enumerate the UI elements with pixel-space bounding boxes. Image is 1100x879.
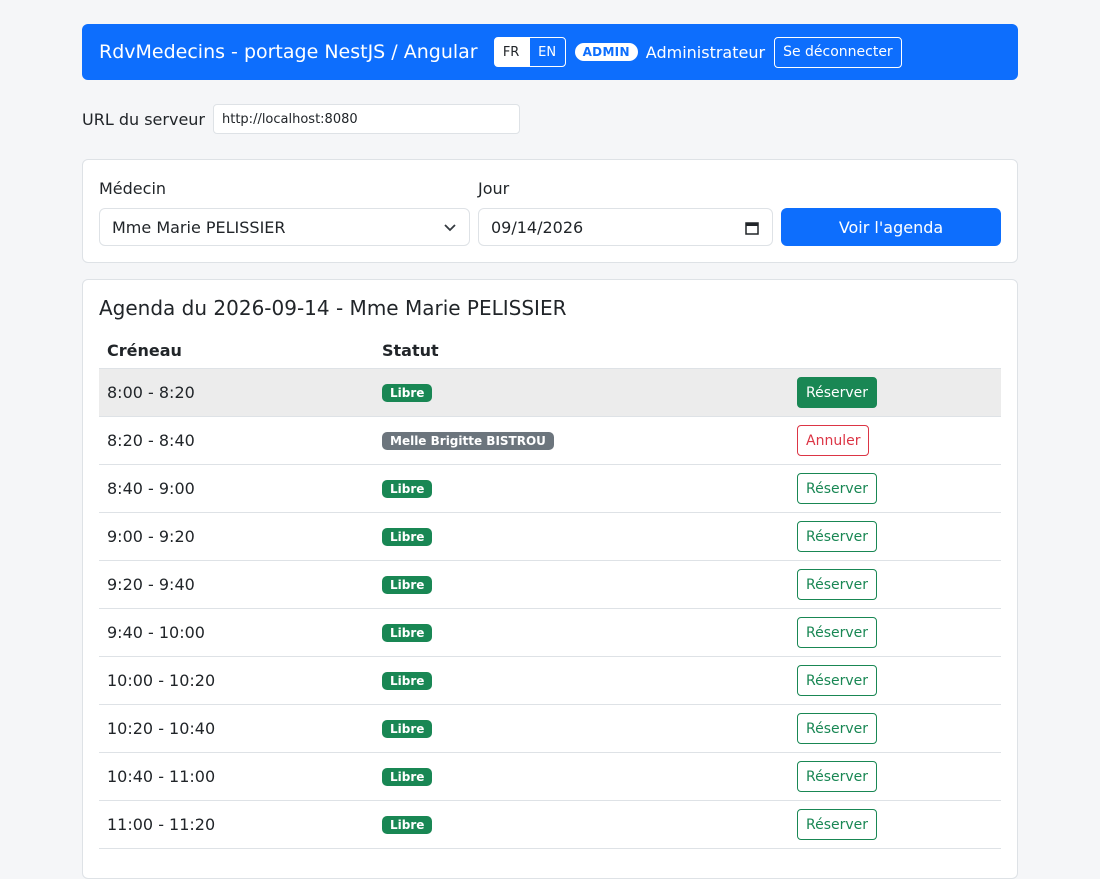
status-badge: Libre <box>382 479 433 498</box>
status-badge: Libre <box>382 815 433 834</box>
view-agenda-button[interactable]: Voir l'agenda <box>781 208 1001 246</box>
role-badge: ADMIN <box>574 43 638 61</box>
table-row: 8:40 - 9:00 Libre Réserver <box>99 465 1001 513</box>
status-badge: Libre <box>382 719 433 738</box>
slot-time: 10:00 - 10:20 <box>107 671 216 690</box>
doctor-select[interactable]: Mme Marie PELISSIER <box>99 208 470 246</box>
table-row: 9:40 - 10:00 Libre Réserver <box>99 609 1001 657</box>
slot-time: 11:00 - 11:20 <box>107 815 216 834</box>
status-badge: Libre <box>382 623 433 642</box>
slot-time: 10:40 - 11:00 <box>107 767 216 786</box>
reserve-button[interactable]: Réserver <box>797 569 878 600</box>
status-badge: Libre <box>382 671 433 690</box>
reserve-button[interactable]: Réserver <box>797 473 878 504</box>
table-row: 10:40 - 11:00 Libre Réserver <box>99 753 1001 801</box>
table-header: Créneau Statut <box>99 332 1001 369</box>
status-badge: Libre <box>382 575 433 594</box>
reserve-button[interactable]: Réserver <box>797 377 878 408</box>
table-row: 9:00 - 9:20 Libre Réserver <box>99 513 1001 561</box>
day-date-input[interactable]: 09/14/2026 <box>478 208 773 246</box>
slot-time: 10:20 - 10:40 <box>107 719 216 738</box>
table-row: 10:00 - 10:20 Libre Réserver <box>99 657 1001 705</box>
logout-button[interactable]: Se déconnecter <box>774 36 902 68</box>
table-row: 11:00 - 11:20 Libre Réserver <box>99 801 1001 849</box>
calendar-icon[interactable] <box>745 220 759 235</box>
slot-time: 9:20 - 9:40 <box>107 575 195 594</box>
agenda-card: Agenda du 2026-09-14 - Mme Marie PELISSI… <box>82 279 1018 879</box>
agenda-title: Agenda du 2026-09-14 - Mme Marie PELISSI… <box>99 296 567 320</box>
reserve-button[interactable]: Réserver <box>797 521 878 552</box>
server-url-label: URL du serveur <box>82 109 205 129</box>
agenda-filter-card: Médecin Jour Mme Marie PELISSIER 09/14/2… <box>82 159 1018 263</box>
slot-time: 9:40 - 10:00 <box>107 623 205 642</box>
col-status-header: Statut <box>382 340 439 360</box>
server-url-input[interactable]: http://localhost:8080 <box>213 104 520 134</box>
server-url-row: URL du serveur http://localhost:8080 <box>82 104 520 134</box>
lang-fr-button[interactable]: FR <box>493 37 529 67</box>
col-slot-header: Créneau <box>107 340 182 360</box>
user-name: Administrateur <box>645 42 766 62</box>
cancel-button[interactable]: Annuler <box>797 425 870 456</box>
reserve-button[interactable]: Réserver <box>797 617 878 648</box>
lang-en-button[interactable]: EN <box>528 37 566 67</box>
status-badge: Libre <box>382 767 433 786</box>
reserve-button[interactable]: Réserver <box>797 713 878 744</box>
table-row: 10:20 - 10:40 Libre Réserver <box>99 705 1001 753</box>
doctor-select-value: Mme Marie PELISSIER <box>112 217 286 237</box>
status-badge: Melle Brigitte BISTROU <box>382 431 554 450</box>
slot-time: 8:20 - 8:40 <box>107 431 195 450</box>
slot-time: 8:00 - 8:20 <box>107 383 195 402</box>
day-label: Jour <box>478 179 510 198</box>
doctor-label: Médecin <box>99 179 167 198</box>
status-badge: Libre <box>382 527 433 546</box>
table-row: 8:00 - 8:20 Libre Réserver <box>99 369 1001 417</box>
slot-time: 9:00 - 9:20 <box>107 527 195 546</box>
agenda-table: Créneau Statut 8:00 - 8:20 Libre Réserve… <box>99 332 1001 849</box>
slot-time: 8:40 - 9:00 <box>107 479 195 498</box>
status-badge: Libre <box>382 383 433 402</box>
chevron-down-icon <box>443 220 457 238</box>
language-switch: FR EN <box>493 37 566 67</box>
app-title: RdvMedecins - portage NestJS / Angular <box>99 41 478 63</box>
table-row: 9:20 - 9:40 Libre Réserver <box>99 561 1001 609</box>
table-row: 8:20 - 8:40 Melle Brigitte BISTROU Annul… <box>99 417 1001 465</box>
reserve-button[interactable]: Réserver <box>797 809 878 840</box>
top-navbar: RdvMedecins - portage NestJS / Angular F… <box>82 24 1018 80</box>
day-date-value: 09/14/2026 <box>491 217 584 237</box>
reserve-button[interactable]: Réserver <box>797 761 878 792</box>
reserve-button[interactable]: Réserver <box>797 665 878 696</box>
